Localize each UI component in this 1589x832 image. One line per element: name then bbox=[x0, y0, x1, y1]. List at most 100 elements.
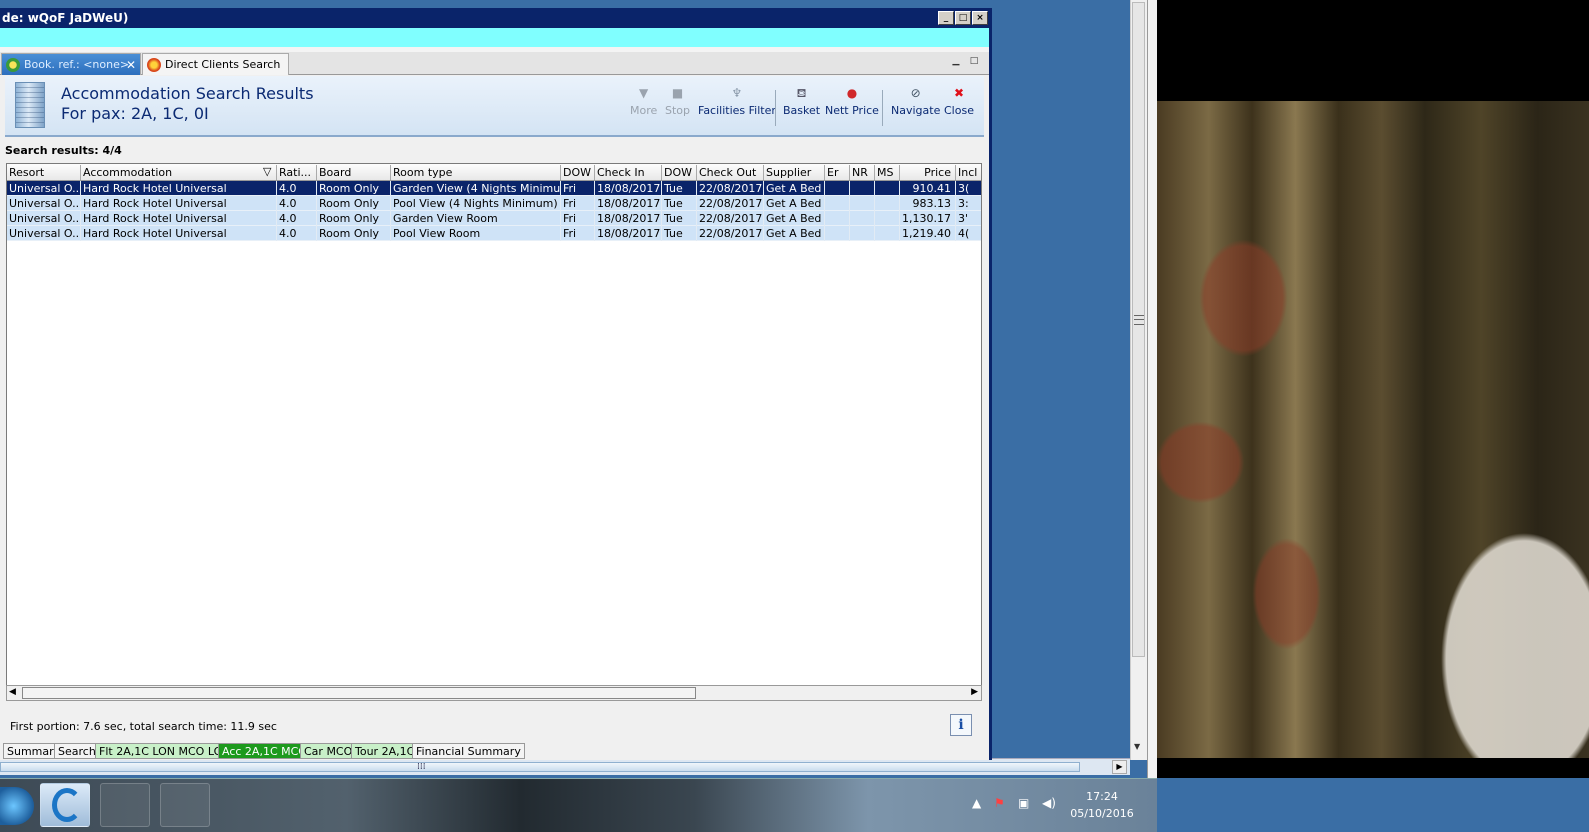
tab-tour[interactable]: Tour 2A,1C bbox=[351, 743, 419, 759]
cell-resort: Universal O... bbox=[9, 181, 81, 196]
column-header-rating[interactable]: Rati... bbox=[277, 165, 317, 180]
table-horizontal-scrollbar[interactable]: ◀ ▶ bbox=[6, 685, 982, 701]
maximize-button[interactable]: □ bbox=[955, 11, 971, 25]
desktop-divider bbox=[1147, 0, 1157, 778]
column-header-er[interactable]: Er bbox=[825, 165, 850, 180]
filter-icon[interactable]: ▽ bbox=[263, 165, 271, 178]
stop-icon: ■ bbox=[671, 86, 684, 100]
more-button[interactable]: ▼ More bbox=[630, 86, 657, 117]
desktop-horizontal-scrollbar[interactable]: ⁞⁞⁞ ▶ bbox=[0, 758, 1130, 775]
cell-price: 1,219.40 bbox=[900, 226, 956, 241]
column-header-board[interactable]: Board bbox=[317, 165, 391, 180]
column-header-room-type[interactable]: Room type bbox=[391, 165, 561, 180]
column-header-dow-out[interactable]: DOW bbox=[662, 165, 697, 180]
toolbar-separator bbox=[775, 90, 776, 126]
navigate-label: Navigate bbox=[891, 104, 941, 117]
tab-booking-ref[interactable]: Book. ref.: <none> ✕ bbox=[1, 53, 141, 75]
column-header-nr[interactable]: NR bbox=[850, 165, 875, 180]
cell-rating: 4.0 bbox=[277, 211, 317, 226]
column-header-price[interactable]: Price bbox=[900, 165, 956, 180]
table-row[interactable]: Universal O... Hard Rock Hotel Universal… bbox=[7, 211, 981, 226]
column-header-ms[interactable]: MS bbox=[875, 165, 900, 180]
close-window-button[interactable]: × bbox=[972, 11, 988, 25]
scrollbar-grip-icon: ⁞⁞⁞ bbox=[417, 762, 426, 772]
stop-button[interactable]: ■ Stop bbox=[665, 86, 690, 117]
table-row[interactable]: Universal O... Hard Rock Hotel Universal… bbox=[7, 181, 981, 196]
cell-rating: 4.0 bbox=[277, 196, 317, 211]
column-header-dow-in[interactable]: DOW bbox=[561, 165, 595, 180]
column-header-resort[interactable]: Resort bbox=[7, 165, 81, 180]
action-center-flag-icon[interactable]: ⚑ bbox=[994, 796, 1005, 810]
scroll-right-arrow-icon[interactable]: ▶ bbox=[1112, 760, 1127, 774]
clock-date: 05/10/2016 bbox=[1070, 807, 1134, 820]
close-icon: ✖ bbox=[953, 86, 965, 100]
close-button[interactable]: ✖ Close bbox=[944, 86, 974, 117]
table-row[interactable]: Universal O... Hard Rock Hotel Universal… bbox=[7, 196, 981, 211]
network-icon[interactable]: ▣ bbox=[1018, 796, 1029, 810]
taskbar-app-window[interactable] bbox=[100, 783, 150, 827]
column-header-incl[interactable]: Incl bbox=[956, 165, 981, 180]
tab-accommodation[interactable]: Acc 2A,1C MCO bbox=[218, 743, 311, 759]
cell-dow-in: Fri bbox=[561, 181, 595, 196]
cell-accommodation: Hard Rock Hotel Universal bbox=[81, 211, 277, 226]
facilities-filter-button[interactable]: ♆ Facilities Filter bbox=[698, 86, 776, 117]
column-header-check-in[interactable]: Check In bbox=[595, 165, 662, 180]
search-timing-text: First portion: 7.6 sec, total search tim… bbox=[10, 720, 277, 733]
column-header-check-out[interactable]: Check Out bbox=[697, 165, 764, 180]
cell-check-in: 18/08/2017 bbox=[597, 181, 662, 196]
tab-bar: Book. ref.: <none> ✕ Direct Clients Sear… bbox=[0, 52, 989, 75]
scrollbar-thumb[interactable] bbox=[22, 687, 696, 699]
navigate-button[interactable]: ⊘ Navigate bbox=[891, 86, 940, 117]
tab-search[interactable]: Search bbox=[54, 743, 100, 759]
system-clock[interactable]: 17:24 05/10/2016 bbox=[1064, 788, 1140, 822]
flower-icon bbox=[147, 58, 161, 72]
cell-supplier: Get A Bed bbox=[764, 226, 825, 241]
cell-check-in: 18/08/2017 bbox=[597, 226, 662, 241]
compass-icon: ⊘ bbox=[910, 86, 921, 100]
column-header-supplier[interactable]: Supplier bbox=[764, 165, 825, 180]
cell-dow-in: Fri bbox=[561, 196, 595, 211]
tab-direct-clients-search[interactable]: Direct Clients Search bbox=[142, 53, 289, 75]
show-hidden-icons-icon[interactable]: ▲ bbox=[972, 796, 981, 810]
cell-rating: 4.0 bbox=[277, 226, 317, 241]
scrollbar-thumb[interactable] bbox=[1132, 2, 1145, 657]
cell-ms bbox=[875, 181, 900, 196]
tab-car[interactable]: Car MCO bbox=[300, 743, 357, 759]
tab-financial-summary[interactable]: Financial Summary bbox=[412, 743, 525, 759]
more-label: More bbox=[630, 104, 658, 117]
pane-minimize-icon[interactable]: ▁ bbox=[950, 56, 962, 68]
taskbar-app-g[interactable] bbox=[40, 783, 90, 827]
cell-ms bbox=[875, 226, 900, 241]
volume-icon[interactable]: ◀) bbox=[1042, 796, 1056, 810]
close-label: Close bbox=[944, 104, 974, 117]
nett-price-label: Nett Price bbox=[825, 104, 879, 117]
cell-board: Room Only bbox=[317, 226, 391, 241]
cell-resort: Universal O... bbox=[9, 196, 81, 211]
column-header-accommodation[interactable]: Accommodation bbox=[81, 165, 277, 180]
close-tab-icon[interactable]: ✕ bbox=[126, 54, 136, 76]
table-row[interactable]: Universal O... Hard Rock Hotel Universal… bbox=[7, 226, 981, 241]
basket-button[interactable]: ⛾ Basket bbox=[783, 86, 820, 117]
cell-ms bbox=[875, 196, 900, 211]
scroll-right-arrow-icon[interactable]: ▶ bbox=[971, 687, 978, 697]
search-results-count: Search results: 4/4 bbox=[5, 144, 122, 157]
cell-incl: 3' bbox=[956, 211, 981, 226]
tab-flight[interactable]: Flt 2A,1C LON MCO LON bbox=[95, 743, 235, 759]
window-title-bar[interactable]: de: wQoF JaDWeU) _ □ × bbox=[0, 8, 989, 28]
window-title: de: wQoF JaDWeU) bbox=[2, 11, 129, 25]
taskbar-app-window[interactable] bbox=[160, 783, 210, 827]
cell-board: Room Only bbox=[317, 196, 391, 211]
scroll-down-arrow-icon[interactable]: ▼ bbox=[1134, 742, 1140, 751]
nett-price-button[interactable]: ● Nett Price bbox=[825, 86, 879, 117]
pane-maximize-icon[interactable]: □ bbox=[968, 56, 980, 68]
info-button[interactable]: i bbox=[950, 714, 972, 736]
scrollbar-thumb[interactable] bbox=[0, 762, 1080, 772]
cell-nr bbox=[850, 181, 875, 196]
desktop-vertical-scrollbar[interactable]: ▼ bbox=[1130, 0, 1147, 760]
minimize-button[interactable]: _ bbox=[938, 11, 954, 25]
cell-price: 1,130.17 bbox=[900, 211, 956, 226]
cell-supplier: Get A Bed bbox=[764, 196, 825, 211]
cell-accommodation: Hard Rock Hotel Universal bbox=[81, 196, 277, 211]
start-button[interactable] bbox=[0, 787, 34, 825]
scroll-left-arrow-icon[interactable]: ◀ bbox=[9, 687, 16, 697]
